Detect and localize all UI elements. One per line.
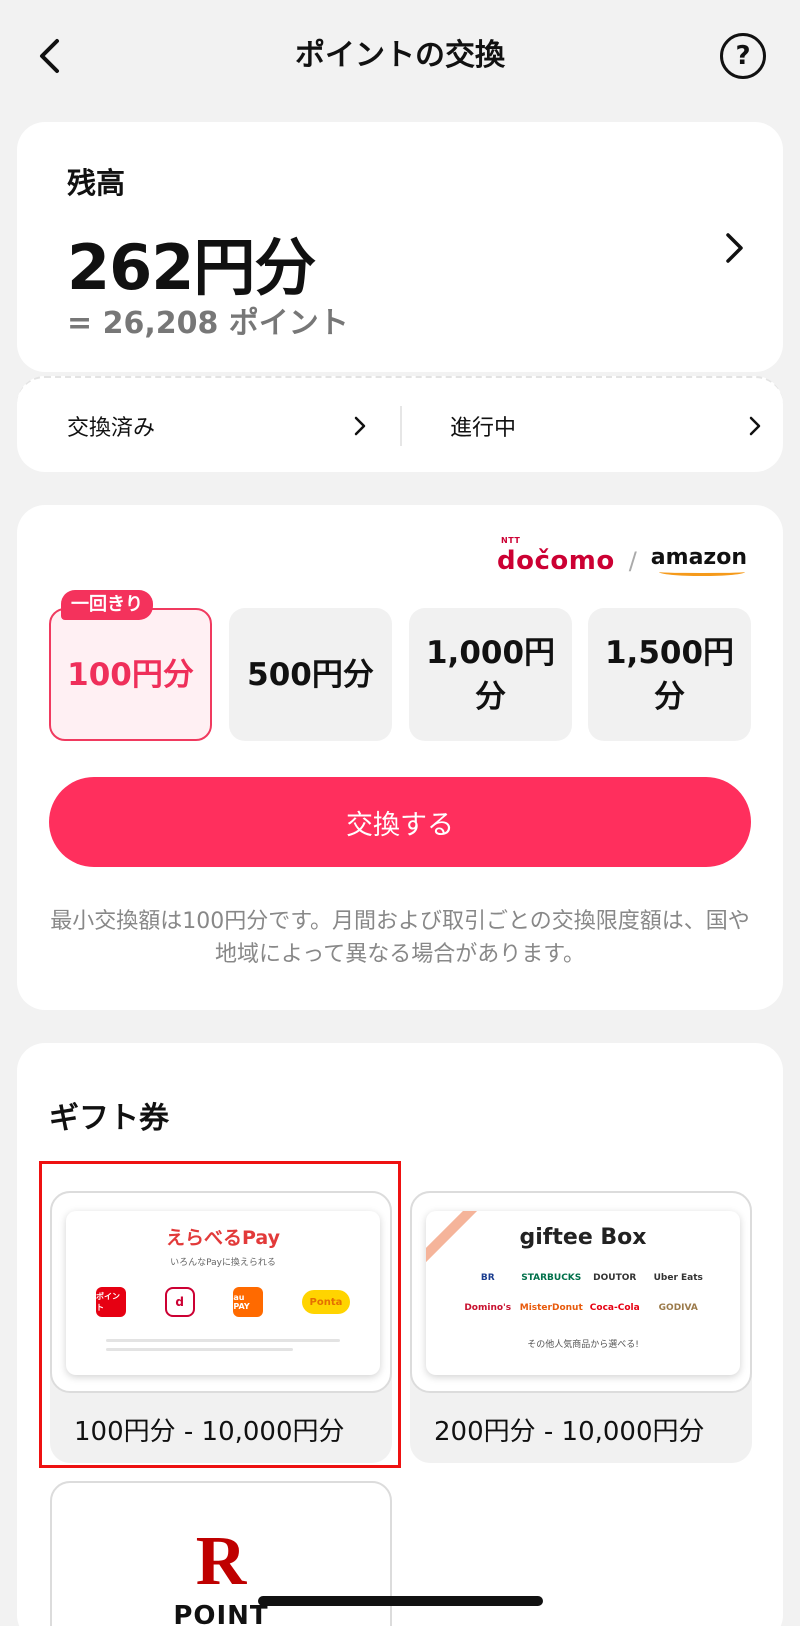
balance-card[interactable]: 残高 262円分 = 26,208 ポイント (17, 122, 783, 372)
page-title: ポイントの交換 (295, 38, 505, 73)
in-progress-link[interactable]: 進行中 (450, 378, 762, 474)
brand-separator: / (628, 546, 637, 575)
amount-option-label: 1,500円 分 (604, 634, 735, 715)
amount-option-label: 500円分 (247, 656, 374, 693)
gift-range: 200円分 - 10,000円分 (434, 1417, 705, 1447)
ponta-icon: Ponta (301, 1290, 350, 1314)
exchange-button[interactable]: 交換する (49, 777, 751, 867)
exchange-note: 最小交換額は100円分です。月間および取引ごとの交換限度額は、国や地域によって異… (50, 909, 750, 967)
erabe-pay-logo: えらべるPay (165, 1227, 281, 1249)
amount-option-label: 1,000円 分 (425, 634, 556, 715)
balance-label: 残高 (67, 166, 126, 200)
amount-option-1500[interactable]: 1,500円 分 (588, 608, 751, 741)
d-payment-icon: d (164, 1287, 195, 1317)
once-only-badge: 一回きり (61, 590, 153, 620)
in-progress-label: 進行中 (450, 416, 517, 441)
header: ポイントの交換 ? (0, 0, 800, 115)
docomo-logo: NTT dočomo (497, 535, 615, 576)
balance-amount: 262円分 (67, 231, 316, 304)
balance-points: = 26,208 ポイント (67, 306, 349, 341)
amount-option-label: 100円分 (67, 656, 194, 693)
gift-card-section: ギフト券 えらべるPay いろんなPayに換えられる ポイント d au PAY… (17, 1043, 783, 1626)
amount-option-100[interactable]: 一回きり 100円分 (49, 590, 212, 741)
question-icon: ? (735, 41, 751, 71)
chevron-right-icon[interactable] (714, 228, 754, 268)
status-card: 交換済み 進行中 (17, 376, 783, 472)
giftee-box-logo: giftee Box (519, 1225, 647, 1250)
gift-range: 100円分 - 10,000円分 (74, 1417, 345, 1447)
gift-section-title: ギフト券 (49, 1101, 169, 1136)
chevron-right-icon (354, 416, 366, 436)
exchanged-link[interactable]: 交換済み (67, 378, 367, 474)
rakuten-pay-icon: ポイント (96, 1287, 126, 1317)
chevron-right-icon (749, 416, 761, 436)
au-pay-icon: au PAY (233, 1287, 264, 1317)
amazon-logo: amazon (651, 545, 747, 576)
gift-image: えらべるPay いろんなPayに換えられる ポイント d au PAY Pont… (50, 1191, 392, 1393)
amount-option-500[interactable]: 500円分 (229, 608, 392, 741)
exchanged-label: 交換済み (67, 416, 156, 441)
gift-image: giftee Box BR STARBUCKS DOUTOR Uber Eats… (410, 1191, 752, 1393)
rakuten-point-logo: R POINT (173, 1523, 269, 1626)
amount-option-1000[interactable]: 1,000円 分 (409, 608, 572, 741)
brand-logos: NTT dočomo / amazon (497, 535, 747, 576)
gift-item-giftee-box[interactable]: giftee Box BR STARBUCKS DOUTOR Uber Eats… (410, 1191, 752, 1463)
help-button[interactable]: ? (720, 33, 766, 79)
amount-options: 一回きり 100円分 500円分 1,000円 分 1,500円 分 (49, 590, 751, 743)
divider (400, 406, 402, 446)
exchange-card: NTT dočomo / amazon 一回きり 100円分 500円分 1,00… (17, 505, 783, 1010)
home-indicator (258, 1596, 543, 1606)
gift-item-erabe-pay[interactable]: えらべるPay いろんなPayに換えられる ポイント d au PAY Pont… (50, 1191, 392, 1463)
